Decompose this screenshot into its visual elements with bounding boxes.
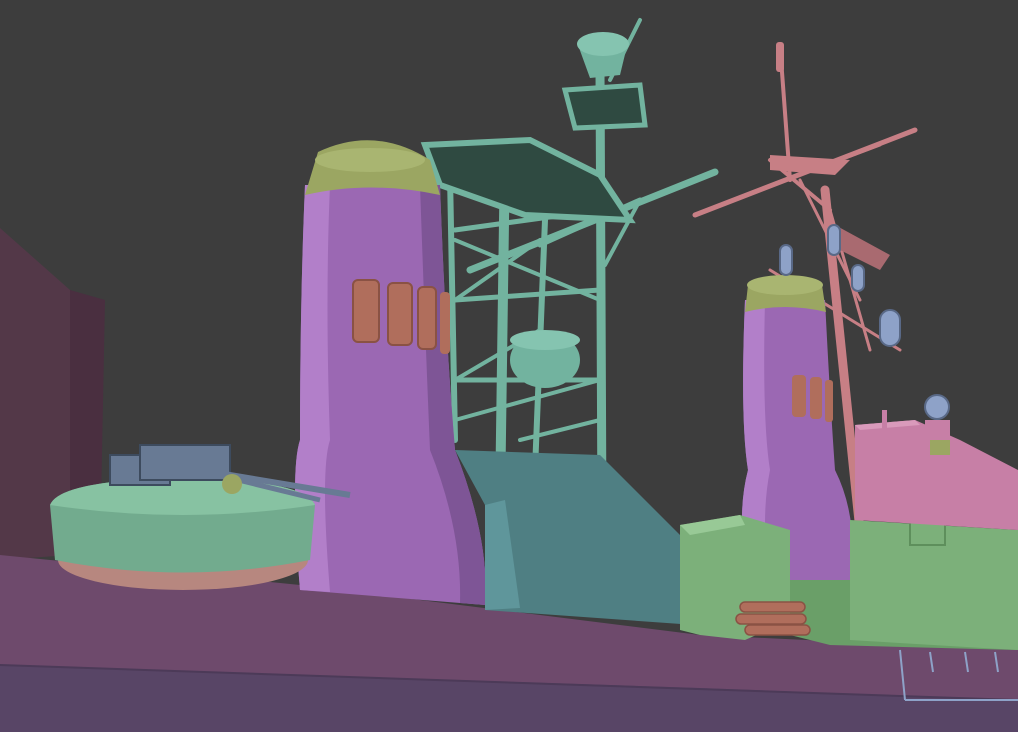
ship-render-scene <box>0 0 1018 732</box>
vent-4 <box>440 292 450 354</box>
life-raft-canisters-icon <box>735 601 811 636</box>
vent-3 <box>417 286 437 350</box>
radar-dish-icon <box>924 394 950 455</box>
mast-tip <box>776 42 784 72</box>
vent-1 <box>352 279 380 343</box>
vent-2 <box>387 282 413 346</box>
